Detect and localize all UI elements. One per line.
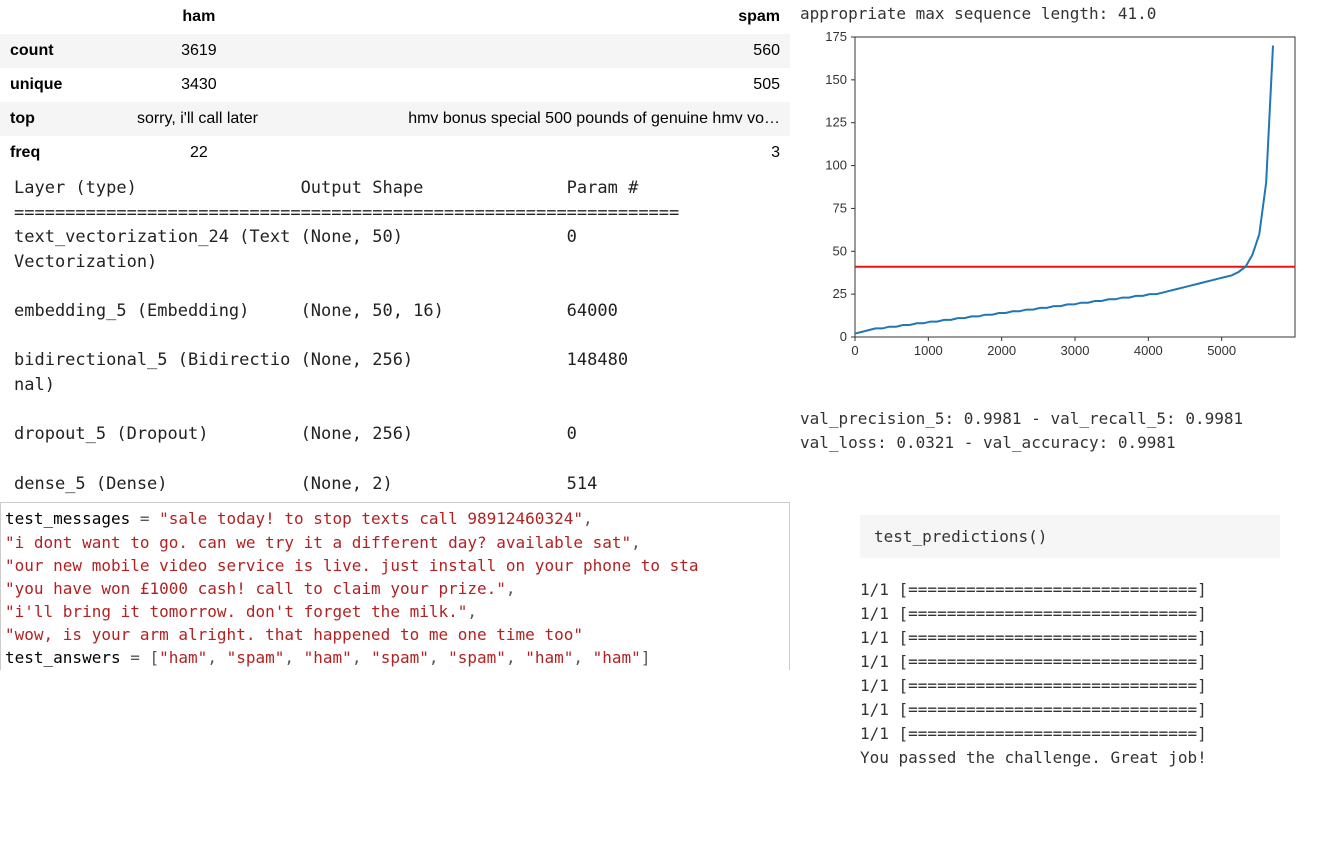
metric-line: val_loss: 0.0321 - val_accuracy: 0.9981 — [800, 431, 1315, 455]
svg-text:4000: 4000 — [1134, 343, 1163, 358]
table-row: top sorry, i'll call later hmv bonus spe… — [0, 102, 790, 136]
chart-title: appropriate max sequence length: 41.0 — [800, 4, 1315, 27]
svg-text:150: 150 — [825, 72, 847, 87]
cell: 3619 — [89, 34, 309, 68]
svg-text:125: 125 — [825, 115, 847, 130]
row-label: top — [0, 102, 89, 136]
row-label: count — [0, 34, 89, 68]
svg-text:50: 50 — [833, 243, 847, 258]
code-line: "i dont want to go. can we try it a diff… — [5, 531, 789, 554]
col-spam: spam — [309, 0, 790, 34]
cell: sorry, i'll call later — [89, 102, 309, 136]
row-label: unique — [0, 68, 89, 102]
svg-text:2000: 2000 — [987, 343, 1016, 358]
cell: hmv bonus special 500 pounds of genuine … — [309, 102, 790, 136]
cell: 505 — [309, 68, 790, 102]
cell: 560 — [309, 34, 790, 68]
table-row: freq 22 3 — [0, 136, 790, 170]
code-line: "you have won £1000 cash! call to claim … — [5, 577, 789, 600]
row-label: freq — [0, 136, 89, 170]
code-line: "wow, is your arm alright. that happened… — [5, 623, 789, 646]
svg-text:0: 0 — [851, 343, 858, 358]
code-cell[interactable]: test_predictions() — [860, 515, 1280, 558]
svg-text:0: 0 — [840, 329, 847, 344]
table-row: count 3619 560 — [0, 34, 790, 68]
cell: 3 — [309, 136, 790, 170]
svg-text:175: 175 — [825, 29, 847, 44]
sequence-length-chart: 0 25 50 75 100 125 150 175 0 1000 2000 3000 4000 5000 — [800, 27, 1310, 367]
svg-text:75: 75 — [833, 200, 847, 215]
svg-text:1000: 1000 — [914, 343, 943, 358]
code-line: test_messages = "sale today! to stop tex… — [5, 507, 789, 530]
table-row: unique 3430 505 — [0, 68, 790, 102]
metric-line: val_precision_5: 0.9981 - val_recall_5: … — [800, 407, 1315, 431]
metrics-output: val_precision_5: 0.9981 - val_recall_5: … — [800, 367, 1315, 455]
col-ham: ham — [89, 0, 309, 34]
svg-text:100: 100 — [825, 158, 847, 173]
col-blank — [0, 0, 89, 34]
cell: 22 — [89, 136, 309, 170]
code-line: "i'll bring it tomorrow. don't forget th… — [5, 600, 789, 623]
model-summary: Layer (type) Output Shape Param # ======… — [0, 170, 790, 496]
svg-text:3000: 3000 — [1061, 343, 1090, 358]
svg-text:5000: 5000 — [1207, 343, 1236, 358]
output-lines: 1/1 [==============================] 1/1… — [860, 578, 1315, 770]
svg-text:25: 25 — [833, 286, 847, 301]
cell: 3430 — [89, 68, 309, 102]
code-line: "our new mobile video service is live. j… — [5, 554, 789, 577]
code-block: test_messages = "sale today! to stop tex… — [0, 502, 790, 669]
code-line: test_answers = ["ham", "spam", "ham", "s… — [5, 646, 789, 669]
describe-table: ham spam count 3619 560 unique 3430 505 … — [0, 0, 790, 170]
